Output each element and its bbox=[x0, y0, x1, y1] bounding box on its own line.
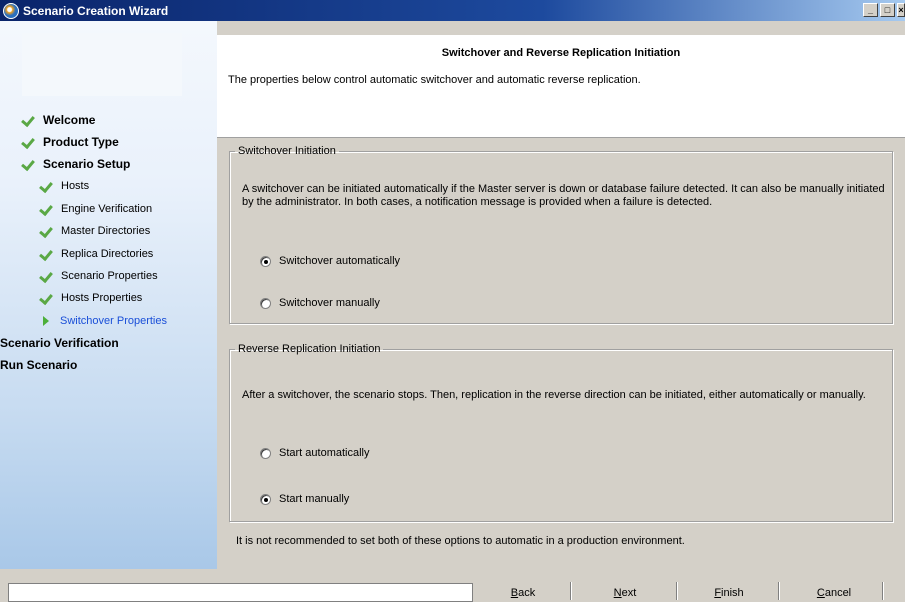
step-label: Replica Directories bbox=[61, 248, 154, 260]
button-bar: Back Next Finish Cancel bbox=[0, 570, 905, 602]
step-label: Engine Verification bbox=[61, 203, 153, 215]
button-separator bbox=[676, 582, 678, 600]
page-subtitle: The properties below control automatic s… bbox=[228, 74, 641, 86]
step-label: Scenario Setup bbox=[43, 157, 131, 171]
start-automatically-radio[interactable]: Start automatically bbox=[260, 447, 369, 459]
status-field bbox=[8, 583, 473, 602]
step-replica-directories: Replica Directories bbox=[40, 248, 153, 260]
group-legend: Reverse Replication Initiation bbox=[238, 343, 381, 355]
wizard-steps-sidebar: Welcome Product Type Scenario Setup Host… bbox=[0, 21, 217, 569]
checkmark-icon bbox=[40, 270, 54, 282]
step-switchover-properties: Switchover Properties bbox=[40, 315, 167, 327]
current-step-arrow-icon bbox=[43, 316, 49, 326]
window-title: Scenario Creation Wizard bbox=[23, 3, 169, 18]
start-manually-radio[interactable]: Start manually bbox=[260, 493, 349, 505]
step-label: Run Scenario bbox=[0, 358, 78, 372]
app-icon bbox=[3, 2, 19, 19]
step-hosts-properties: Hosts Properties bbox=[40, 292, 142, 304]
checkmark-icon bbox=[40, 225, 54, 237]
logo-placeholder bbox=[22, 33, 182, 96]
switchover-description: A switchover can be initiated automatica… bbox=[242, 183, 885, 208]
radio-label: Switchover automatically bbox=[279, 255, 401, 267]
radio-label: Start automatically bbox=[279, 447, 370, 459]
title-bar[interactable]: Scenario Creation Wizard _ □ × bbox=[0, 0, 905, 21]
radio-selected-icon[interactable] bbox=[260, 255, 271, 267]
back-button[interactable]: Back bbox=[508, 584, 538, 602]
radio-unselected-icon[interactable] bbox=[260, 297, 271, 309]
step-label: Welcome bbox=[43, 113, 96, 127]
checkmark-icon bbox=[40, 248, 54, 260]
finish-button[interactable]: Finish bbox=[712, 584, 746, 602]
checkmark-icon bbox=[22, 114, 36, 126]
step-master-directories: Master Directories bbox=[40, 225, 150, 237]
radio-label: Switchover manually bbox=[279, 297, 380, 309]
step-run-scenario: Run Scenario bbox=[0, 358, 77, 372]
step-scenario-setup: Scenario Setup bbox=[22, 157, 130, 171]
cancel-button[interactable]: Cancel bbox=[816, 584, 852, 602]
switchover-initiation-group: Switchover Initiation A switchover can b… bbox=[229, 145, 893, 324]
reverse-replication-group: Reverse Replication Initiation After a s… bbox=[229, 343, 893, 522]
switchover-automatically-radio[interactable]: Switchover automatically bbox=[260, 255, 400, 267]
checkmark-icon bbox=[22, 158, 36, 170]
group-legend: Switchover Initiation bbox=[238, 145, 336, 157]
minimize-button[interactable]: _ bbox=[863, 3, 878, 17]
page-header: Switchover and Reverse Replication Initi… bbox=[217, 35, 905, 138]
button-separator bbox=[570, 582, 572, 600]
checkmark-icon bbox=[40, 180, 54, 192]
step-engine-verification: Engine Verification bbox=[40, 203, 152, 215]
window-controls: _ □ × bbox=[861, 3, 905, 17]
step-label: Master Directories bbox=[61, 225, 151, 237]
radio-label: Start manually bbox=[279, 493, 350, 505]
checkmark-icon bbox=[40, 203, 54, 215]
step-product-type: Product Type bbox=[22, 135, 119, 149]
next-button[interactable]: Next bbox=[610, 584, 640, 602]
maximize-button[interactable]: □ bbox=[880, 3, 895, 17]
radio-unselected-icon[interactable] bbox=[260, 447, 271, 459]
step-hosts: Hosts bbox=[40, 180, 89, 192]
checkmark-icon bbox=[22, 136, 36, 148]
button-separator bbox=[882, 582, 884, 600]
step-label: Hosts bbox=[61, 180, 90, 192]
close-button[interactable]: × bbox=[897, 3, 905, 17]
step-label: Scenario Properties bbox=[61, 270, 158, 282]
button-separator bbox=[778, 582, 780, 600]
production-warning-note: It is not recommended to set both of the… bbox=[236, 535, 685, 547]
step-label: Scenario Verification bbox=[0, 336, 119, 350]
step-label: Product Type bbox=[43, 135, 119, 149]
radio-selected-icon[interactable] bbox=[260, 493, 271, 505]
step-scenario-verification: Scenario Verification bbox=[0, 336, 119, 350]
reverse-description: After a switchover, the scenario stops. … bbox=[242, 389, 866, 401]
step-label: Switchover Properties bbox=[60, 315, 167, 327]
step-label: Hosts Properties bbox=[61, 292, 143, 304]
checkmark-icon bbox=[40, 292, 54, 304]
step-scenario-properties: Scenario Properties bbox=[40, 270, 158, 282]
step-welcome: Welcome bbox=[22, 113, 95, 127]
page-title: Switchover and Reverse Replication Initi… bbox=[441, 47, 681, 59]
top-strip bbox=[217, 21, 905, 35]
switchover-manually-radio[interactable]: Switchover manually bbox=[260, 297, 380, 309]
